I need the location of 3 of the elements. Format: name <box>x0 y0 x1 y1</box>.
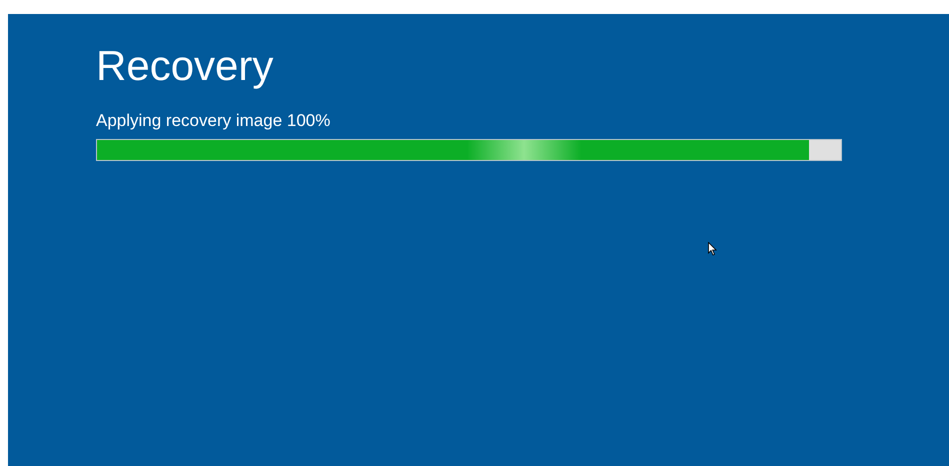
page-title: Recovery <box>96 41 274 91</box>
mouse-pointer-icon <box>708 242 717 256</box>
progress-label: Applying recovery image 100% <box>96 110 330 132</box>
